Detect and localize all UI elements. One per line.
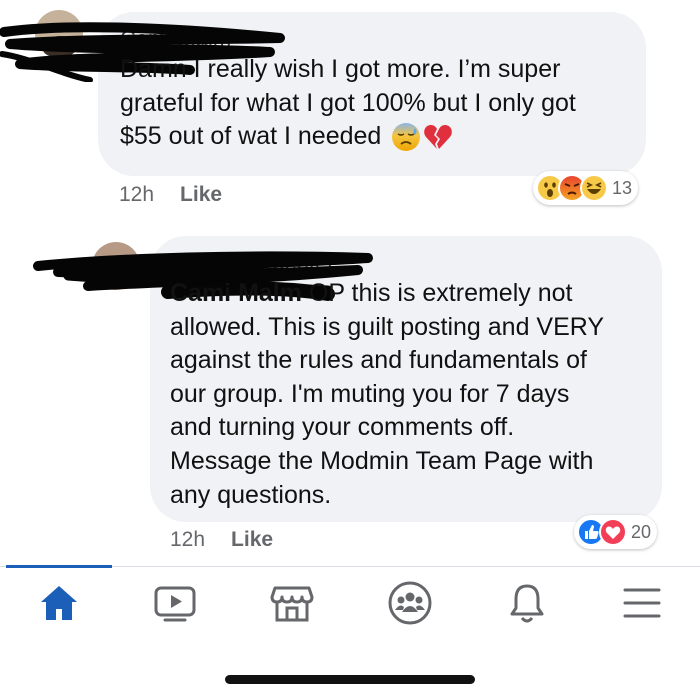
comment-line: allowed. This is guilt posting and VERY bbox=[170, 312, 605, 341]
nav-video[interactable] bbox=[145, 578, 205, 628]
comment-line: grateful for what I got 100% but I only … bbox=[120, 88, 576, 117]
broken-heart-emoji bbox=[424, 124, 453, 149]
like-button[interactable]: Like bbox=[180, 183, 222, 206]
bottom-nav bbox=[0, 566, 700, 647]
comment-line: and turning your comments off. bbox=[170, 413, 515, 442]
comment-line: our group. I'm muting you for 7 days bbox=[170, 379, 570, 408]
groups-icon bbox=[388, 581, 432, 625]
comment-line-row: $55 out of wat I needed bbox=[120, 120, 640, 154]
comment-line: Message the Modmin Team Page with bbox=[170, 446, 594, 475]
nav-menu[interactable] bbox=[612, 578, 672, 628]
reaction-count: 13 bbox=[612, 177, 633, 198]
downcast-sweat-face-emoji bbox=[392, 122, 421, 151]
mention-link[interactable]: Cami Malm bbox=[170, 279, 302, 307]
notifications-icon bbox=[510, 584, 544, 623]
comment-text: Damn I really wish I got more. I’m super… bbox=[120, 53, 640, 154]
comment-meta: 12h Like bbox=[170, 528, 273, 552]
comment-line: $55 out of wat I needed bbox=[120, 122, 382, 151]
comment-line: any questions. bbox=[170, 480, 332, 509]
haha-reaction-icon bbox=[580, 174, 608, 202]
nav-marketplace[interactable] bbox=[262, 578, 322, 628]
comment-meta: 12h Like bbox=[119, 183, 222, 207]
nav-groups[interactable] bbox=[380, 578, 440, 628]
active-tab-indicator bbox=[6, 565, 112, 568]
comment-timestamp[interactable]: 12h bbox=[119, 183, 154, 206]
love-reaction-icon bbox=[599, 518, 627, 546]
marketplace-icon bbox=[270, 586, 314, 622]
like-button[interactable]: Like bbox=[231, 528, 273, 551]
reaction-summary[interactable]: 20 bbox=[574, 515, 658, 549]
menu-icon bbox=[623, 588, 661, 618]
home-icon bbox=[41, 586, 77, 620]
comment-text: Cami Malm OP this is extremely not allow… bbox=[170, 277, 650, 512]
video-icon bbox=[154, 586, 196, 622]
comment-line: against the rules and fundamentals of bbox=[170, 346, 587, 375]
reaction-summary[interactable]: 13 bbox=[533, 171, 639, 205]
reaction-count: 20 bbox=[631, 521, 652, 542]
nav-notifications[interactable] bbox=[497, 578, 557, 628]
comment-line: Damn I really wish I got more. I’m super bbox=[120, 55, 561, 83]
comment-line: Cami Malm OP this is extremely not bbox=[170, 279, 573, 307]
nav-home[interactable] bbox=[29, 578, 89, 628]
home-indicator-bar bbox=[225, 675, 475, 684]
comment-timestamp[interactable]: 12h bbox=[170, 528, 205, 551]
